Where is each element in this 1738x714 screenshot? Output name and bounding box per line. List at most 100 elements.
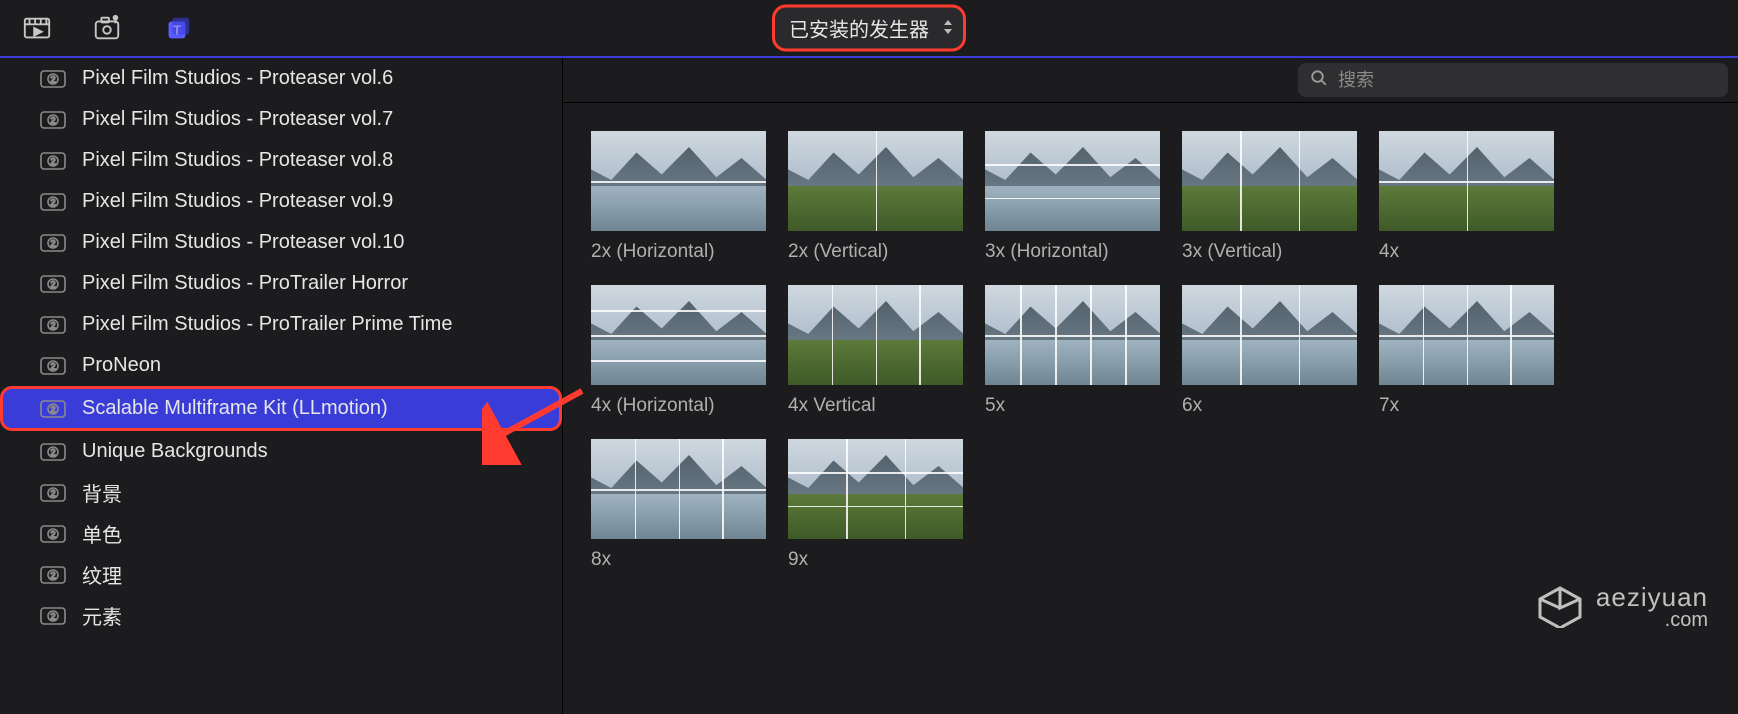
generator-icon: 2 xyxy=(40,68,66,90)
sidebar-item-label: Pixel Film Studios - ProTrailer Prime Ti… xyxy=(82,313,452,336)
thumbnail-label: 5x xyxy=(985,395,1160,417)
thumbnail-card[interactable]: 3x (Horizontal) xyxy=(985,131,1160,263)
thumbnail-card[interactable]: 4x (Horizontal) xyxy=(591,285,766,417)
generator-icon: 2 xyxy=(40,441,66,463)
generator-icon: 2 xyxy=(40,150,66,172)
generator-icon: 2 xyxy=(40,273,66,295)
thumbnail-card[interactable]: 2x (Horizontal) xyxy=(591,131,766,263)
sidebar-item-label: ProNeon xyxy=(82,354,161,377)
generator-icon: 2 xyxy=(40,398,66,420)
thumbnail-image xyxy=(985,285,1160,385)
generator-icon: 2 xyxy=(40,523,66,545)
sidebar-item-label: 背景 xyxy=(82,478,122,507)
thumbnail-card[interactable]: 8x xyxy=(591,439,766,571)
svg-text:2: 2 xyxy=(50,279,55,289)
sidebar-item[interactable]: 2 纹理 xyxy=(0,554,562,595)
sidebar-item-label: 纹理 xyxy=(82,560,122,589)
sidebar-item[interactable]: 2 元素 xyxy=(0,595,562,636)
svg-text:2: 2 xyxy=(50,197,55,207)
search-field[interactable] xyxy=(1298,63,1728,97)
sidebar-item[interactable]: 2 ProNeon xyxy=(0,345,562,386)
dropdown-label: 已安装的发生器 xyxy=(789,14,929,43)
generator-icon: 2 xyxy=(40,232,66,254)
sidebar-item-label: Pixel Film Studios - Proteaser vol.6 xyxy=(82,67,393,90)
thumbnail-card[interactable]: 4x xyxy=(1379,131,1554,263)
sidebar-item-label: Pixel Film Studios - Proteaser vol.7 xyxy=(82,108,393,131)
svg-text:2: 2 xyxy=(50,238,55,248)
svg-text:2: 2 xyxy=(50,74,55,84)
thumbnail-label: 3x (Vertical) xyxy=(1182,241,1357,263)
thumbnail-label: 2x (Horizontal) xyxy=(591,241,766,263)
generator-icon: 2 xyxy=(40,314,66,336)
svg-text:2: 2 xyxy=(50,404,55,414)
sidebar-item[interactable]: 2 Unique Backgrounds xyxy=(0,431,562,472)
titles-generators-icon[interactable]: T xyxy=(152,6,202,50)
search-input[interactable] xyxy=(1338,70,1716,91)
thumbnail-image xyxy=(1182,285,1357,385)
music-photo-icon[interactable] xyxy=(82,6,132,50)
thumbnail-image xyxy=(788,439,963,539)
sidebar-item-label: 单色 xyxy=(82,519,122,548)
thumbnail-grid: 2x (Horizontal) 2x (Vertical) 3x (Horizont… xyxy=(591,131,1718,571)
media-library-icon[interactable] xyxy=(12,6,62,50)
sidebar-item[interactable]: 2 Pixel Film Studios - Proteaser vol.8 xyxy=(0,140,562,181)
thumbnail-image xyxy=(1182,131,1357,231)
sidebar-item-label: Pixel Film Studios - Proteaser vol.9 xyxy=(82,190,393,213)
sidebar-item-label: Pixel Film Studios - Proteaser vol.8 xyxy=(82,149,393,172)
thumbnail-label: 8x xyxy=(591,549,766,571)
thumbnail-image xyxy=(788,285,963,385)
thumbnail-label: 9x xyxy=(788,549,963,571)
thumbnail-card[interactable]: 9x xyxy=(788,439,963,571)
thumbnail-card[interactable]: 2x (Vertical) xyxy=(788,131,963,263)
sidebar-item[interactable]: 2 Pixel Film Studios - Proteaser vol.7 xyxy=(0,99,562,140)
generator-icon: 2 xyxy=(40,191,66,213)
thumbnail-label: 7x xyxy=(1379,395,1554,417)
thumbnail-label: 2x (Vertical) xyxy=(788,241,963,263)
thumbnail-label: 6x xyxy=(1182,395,1357,417)
search-icon xyxy=(1310,69,1338,92)
generator-icon: 2 xyxy=(40,605,66,627)
generator-icon: 2 xyxy=(40,109,66,131)
svg-text:2: 2 xyxy=(50,320,55,330)
svg-text:2: 2 xyxy=(50,115,55,125)
sidebar-item[interactable]: 2 背景 xyxy=(0,472,562,513)
thumbnail-image xyxy=(1379,131,1554,231)
thumbnail-image xyxy=(591,131,766,231)
sidebar-item-label: Scalable Multiframe Kit (LLmotion) xyxy=(82,397,388,420)
svg-text:2: 2 xyxy=(50,611,55,621)
sidebar-item[interactable]: 2 Pixel Film Studios - Proteaser vol.10 xyxy=(0,222,562,263)
thumbnail-card[interactable]: 3x (Vertical) xyxy=(1182,131,1357,263)
thumbnail-card[interactable]: 6x xyxy=(1182,285,1357,417)
installed-generators-dropdown[interactable]: 已安装的发生器 xyxy=(772,5,966,52)
thumbnail-image xyxy=(591,285,766,385)
sidebar-item[interactable]: 2 Pixel Film Studios - ProTrailer Horror xyxy=(0,263,562,304)
thumbnail-label: 4x Vertical xyxy=(788,395,963,417)
svg-text:2: 2 xyxy=(50,156,55,166)
generator-icon: 2 xyxy=(40,564,66,586)
thumbnail-image xyxy=(788,131,963,231)
category-sidebar[interactable]: 2 Pixel Film Studios - Proteaser vol.6 2… xyxy=(0,58,563,714)
thumbnail-image xyxy=(985,131,1160,231)
content-pane: 2x (Horizontal) 2x (Vertical) 3x (Horizont… xyxy=(563,58,1738,714)
generator-icon: 2 xyxy=(40,355,66,377)
thumbnail-label: 4x xyxy=(1379,241,1554,263)
sidebar-item[interactable]: 2 Pixel Film Studios - ProTrailer Prime … xyxy=(0,304,562,345)
sidebar-item[interactable]: 2 单色 xyxy=(0,513,562,554)
svg-text:2: 2 xyxy=(50,447,55,457)
sidebar-item-label: Pixel Film Studios - Proteaser vol.10 xyxy=(82,231,404,254)
sidebar-item-label: Unique Backgrounds xyxy=(82,440,268,463)
sidebar-item[interactable]: 2 Pixel Film Studios - Proteaser vol.9 xyxy=(0,181,562,222)
thumbnail-image xyxy=(1379,285,1554,385)
svg-text:2: 2 xyxy=(50,361,55,371)
thumbnail-card[interactable]: 4x Vertical xyxy=(788,285,963,417)
svg-text:2: 2 xyxy=(50,488,55,498)
sidebar-item[interactable]: 2 Scalable Multiframe Kit (LLmotion) xyxy=(0,386,562,431)
sidebar-item[interactable]: 2 Pixel Film Studios - Proteaser vol.6 xyxy=(0,58,562,99)
svg-text:2: 2 xyxy=(50,529,55,539)
generator-icon: 2 xyxy=(40,482,66,504)
chevron-updown-icon xyxy=(943,20,953,37)
thumbnail-card[interactable]: 7x xyxy=(1379,285,1554,417)
sidebar-item-label: Pixel Film Studios - ProTrailer Horror xyxy=(82,272,408,295)
top-toolbar: T 已安装的发生器 xyxy=(0,0,1738,56)
thumbnail-card[interactable]: 5x xyxy=(985,285,1160,417)
